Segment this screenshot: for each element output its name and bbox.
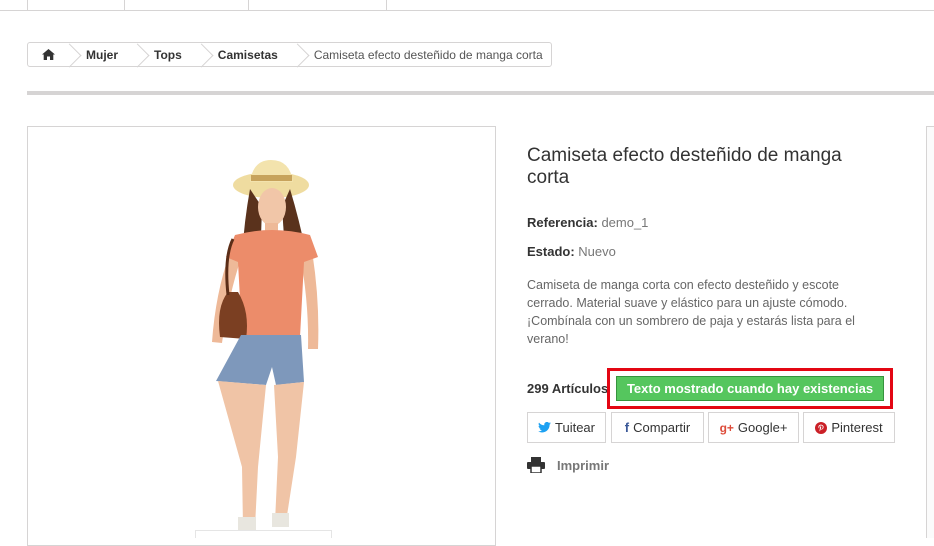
product-quantity: 299 Artículos	[527, 381, 608, 396]
pinterest-button[interactable]: Pinterest	[803, 412, 895, 443]
print-label: Imprimir	[557, 457, 610, 473]
section-divider	[27, 91, 934, 95]
breadcrumb: Mujer Tops Camisetas Camiseta efecto des…	[27, 42, 552, 67]
right-column-edge	[926, 126, 934, 538]
nav-divider	[27, 0, 28, 10]
product-image-container[interactable]	[27, 126, 496, 546]
printer-icon	[527, 457, 545, 473]
print-link[interactable]: Imprimir	[527, 457, 609, 473]
share-button[interactable]: f Compartir	[611, 412, 704, 443]
product-description: Camiseta de manga corta con efecto deste…	[527, 278, 855, 346]
quantity-value: 299	[527, 381, 549, 396]
condition-value: Nuevo	[578, 244, 616, 259]
reference-label: Referencia:	[527, 215, 598, 230]
top-navigation	[0, 0, 934, 11]
product-reference: Referencia: demo_1	[527, 215, 648, 230]
share-label: Compartir	[633, 420, 691, 435]
product-image	[212, 160, 319, 531]
facebook-icon: f	[624, 420, 630, 435]
google-plus-label: Google+	[737, 420, 788, 435]
google-plus-button[interactable]: g+ Google+	[708, 412, 799, 443]
nav-divider	[248, 0, 249, 10]
product-title: Camiseta efecto desteñido de manga corta	[527, 145, 842, 188]
pinterest-label: Pinterest	[831, 420, 883, 435]
pinterest-icon	[815, 421, 828, 434]
google-plus-icon: g+	[719, 420, 734, 435]
tweet-label: Tuitear	[555, 420, 595, 435]
tweet-button[interactable]: Tuitear	[527, 412, 606, 443]
condition-label: Estado:	[527, 244, 575, 259]
home-icon	[41, 49, 55, 60]
nav-divider	[124, 0, 125, 10]
breadcrumb-item-camisetas[interactable]: Camisetas	[200, 43, 296, 66]
availability-badge: Texto mostrado cuando hay existencias	[616, 376, 884, 401]
product-condition: Estado: Nuevo	[527, 244, 616, 259]
nav-divider	[386, 0, 387, 10]
twitter-icon	[538, 422, 551, 433]
quantity-label: Artículos	[551, 381, 609, 396]
breadcrumb-current: Camiseta efecto desteñido de manga corta	[313, 47, 543, 62]
reference-value: demo_1	[601, 215, 649, 230]
